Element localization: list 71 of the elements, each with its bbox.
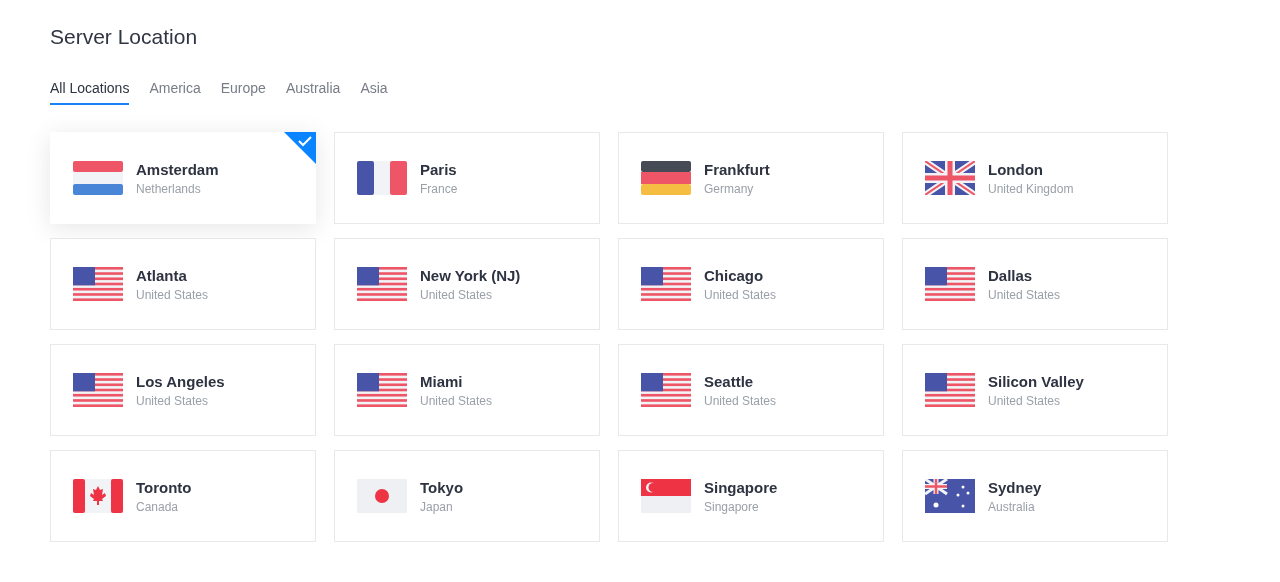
country-name: Singapore xyxy=(704,499,760,514)
location-card[interactable]: Dallas United States xyxy=(902,238,1168,330)
country-name: Germany xyxy=(704,181,755,196)
flag-icon xyxy=(641,373,691,407)
country-name: United States xyxy=(988,287,1061,302)
city-name: Singapore xyxy=(704,478,778,496)
tab[interactable]: All Locations xyxy=(50,76,130,105)
flag-icon xyxy=(357,267,407,301)
city-name: Miami xyxy=(420,372,464,390)
country-name: United States xyxy=(988,393,1062,408)
city-name: Sydney xyxy=(988,478,1042,496)
city-name: Amsterdam xyxy=(136,160,219,178)
flag-icon xyxy=(925,267,975,301)
country-name: United Kingdom xyxy=(988,181,1074,196)
location-card[interactable]: Singapore Singapore xyxy=(618,450,884,542)
city-name: Frankfurt xyxy=(704,160,770,178)
city-name: London xyxy=(988,160,1044,178)
country-name: Australia xyxy=(988,499,1036,514)
country-name: Netherlands xyxy=(136,181,202,196)
city-name: Silicon Valley xyxy=(988,372,1084,390)
location-card[interactable]: London United Kingdom xyxy=(902,132,1168,224)
country-name: Japan xyxy=(420,499,454,514)
flag-icon xyxy=(641,479,691,513)
flag-icon xyxy=(73,267,123,301)
location-card[interactable]: Toronto Canada xyxy=(50,450,316,542)
tab[interactable]: Australia xyxy=(285,76,341,105)
location-card[interactable]: Silicon Valley United States xyxy=(902,344,1168,436)
country-name: United States xyxy=(420,393,493,408)
flag-icon xyxy=(641,161,691,195)
city-name: Chicago xyxy=(704,266,765,284)
country-name: United States xyxy=(420,287,494,302)
location-card[interactable]: Paris France xyxy=(334,132,600,224)
tab[interactable]: America xyxy=(149,76,201,105)
city-name: Paris xyxy=(420,160,458,178)
checkmark-corner-icon xyxy=(284,132,316,164)
country-name: United States xyxy=(136,287,209,302)
country-name: United States xyxy=(136,393,210,408)
city-name: Los Angeles xyxy=(136,372,225,390)
flag-icon xyxy=(357,479,407,513)
country-name: United States xyxy=(704,393,777,408)
tab[interactable]: Europe xyxy=(220,76,266,105)
location-card[interactable]: Amsterdam Netherlands xyxy=(50,132,316,224)
page-title: Server Location xyxy=(50,24,199,50)
country-name: France xyxy=(420,181,458,196)
location-card[interactable]: Seattle United States xyxy=(618,344,884,436)
city-name: Tokyo xyxy=(420,478,464,496)
flag-icon xyxy=(73,479,123,513)
flag-icon xyxy=(925,373,975,407)
flag-icon xyxy=(357,161,407,195)
flag-icon xyxy=(73,161,123,195)
flag-icon xyxy=(925,479,975,513)
location-card[interactable]: New York (NJ) United States xyxy=(334,238,600,330)
city-name: Atlanta xyxy=(136,266,188,284)
location-card[interactable]: Sydney Australia xyxy=(902,450,1168,542)
flag-icon xyxy=(73,373,123,407)
country-name: United States xyxy=(704,287,777,302)
country-name: Canada xyxy=(136,499,180,514)
location-card[interactable]: Miami United States xyxy=(334,344,600,436)
tab[interactable]: Asia xyxy=(360,76,388,105)
flag-icon xyxy=(641,267,691,301)
location-card[interactable]: Tokyo Japan xyxy=(334,450,600,542)
location-card[interactable]: Atlanta United States xyxy=(50,238,316,330)
flag-icon xyxy=(357,373,407,407)
city-name: Dallas xyxy=(988,266,1034,284)
location-card[interactable]: Chicago United States xyxy=(618,238,884,330)
location-card[interactable]: Los Angeles United States xyxy=(50,344,316,436)
city-name: Seattle xyxy=(704,372,755,390)
city-name: Toronto xyxy=(136,478,192,496)
city-name: New York (NJ) xyxy=(420,266,521,284)
flag-icon xyxy=(925,161,975,195)
location-card[interactable]: Frankfurt Germany xyxy=(618,132,884,224)
